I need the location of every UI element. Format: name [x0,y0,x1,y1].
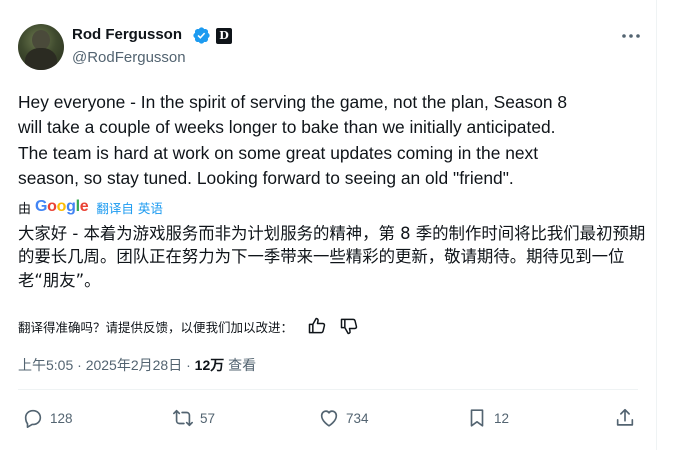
thumbs-up-icon[interactable] [307,316,327,336]
tweet-date[interactable]: 2025年2月28日 [86,357,183,373]
avatar[interactable] [18,24,64,70]
like-count: 734 [346,410,369,426]
tweet-text: Hey everyone - In the spirit of serving … [18,92,568,188]
bookmark-count: 12 [494,410,510,426]
repost-button[interactable]: 57 [172,404,215,432]
translated-text: 大家好 - 本着为游戏服务而非为计划服务的精神，第 8 季的制作时间将比我们最初… [18,224,646,290]
bookmark-button[interactable]: 12 [466,404,509,432]
action-bar: 128 57 734 12 [18,404,638,432]
like-button[interactable]: 734 [318,404,369,432]
affiliate-badge-icon[interactable]: D [216,28,232,44]
meta-separator: · [186,357,191,373]
heart-icon [320,410,338,427]
views-count[interactable]: 12万 [195,357,225,373]
share-icon [616,408,634,426]
meta-separator: · [77,357,82,373]
tweet-card: Rod Fergusson D @RodFergusson Hey everyo… [0,0,657,450]
more-options-icon[interactable] [620,28,642,44]
reply-count: 128 [50,410,73,426]
author-name[interactable]: Rod Fergusson [72,26,182,43]
translated-by-label: 由 [18,201,32,217]
repost-icon [173,409,193,427]
repost-count: 57 [200,410,216,426]
bookmark-icon [470,409,484,427]
translation-feedback: 翻译得准确吗？请提供反馈，以便我们加以改进： [18,316,359,336]
verified-badge-icon[interactable] [192,26,211,45]
tweet-time[interactable]: 上午5:05 [18,357,73,373]
feedback-prompt: 翻译得准确吗？请提供反馈，以便我们加以改进： [18,319,294,335]
views-label: 查看 [228,357,257,373]
translated-from-link[interactable]: 翻译自 英语 [96,198,162,217]
reply-icon [24,409,42,428]
google-logo: Google [35,198,89,215]
author-handle[interactable]: @RodFergusson [72,49,186,66]
share-button[interactable] [614,404,642,432]
thumbs-down-icon[interactable] [339,316,359,336]
divider [18,389,638,390]
tweet-meta: 上午5:05 · 2025年2月28日 · 12万 查看 [18,355,256,375]
translation-attribution: 由 Google 翻译自 英语 [18,197,163,217]
reply-button[interactable]: 128 [22,404,73,432]
